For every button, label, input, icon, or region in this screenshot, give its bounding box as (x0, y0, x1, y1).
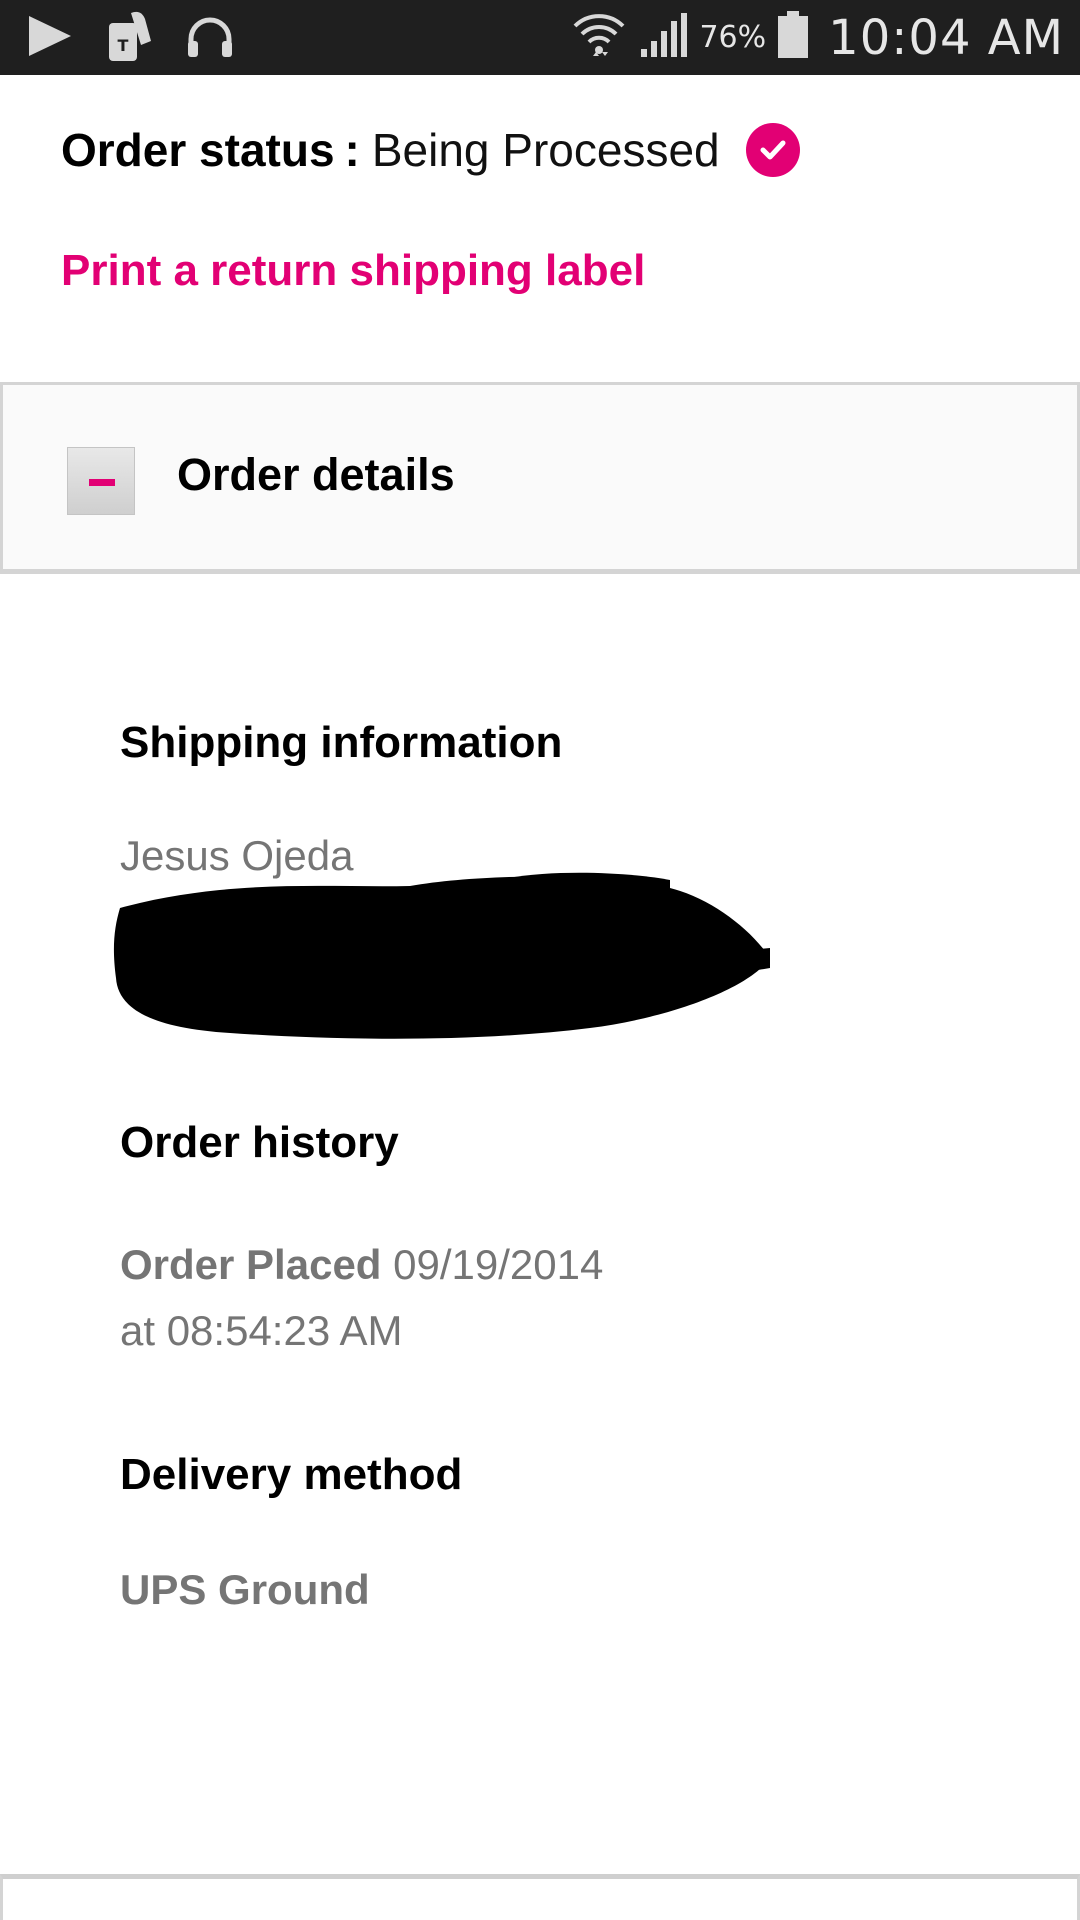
print-return-label-link[interactable]: Print a return shipping label (61, 246, 645, 296)
order-status-label: Order status (61, 124, 335, 176)
redacted-address (110, 868, 780, 1053)
order-placed-date: 09/19/2014 (393, 1241, 604, 1288)
clock: 10:04 AM (828, 9, 1064, 66)
wifi-icon (571, 8, 627, 67)
delivery-method-value: UPS Ground (120, 1566, 370, 1613)
order-details-accordion-header[interactable]: Order details (0, 382, 1080, 574)
order-history-entry: Order Placed 09/19/2014 at 08:54:23 AM (120, 1232, 603, 1364)
order-history-heading: Order history (120, 1118, 399, 1167)
headphones-icon (185, 13, 235, 64)
battery-icon (776, 10, 810, 65)
next-section-divider (0, 1874, 1080, 1920)
battery-percentage: 76% (699, 20, 767, 55)
checkmark-icon (745, 123, 800, 177)
delivery-method-heading: Delivery method (120, 1450, 463, 1499)
order-placed-label: Order Placed (120, 1241, 382, 1288)
status-bar-notifications: T (25, 8, 235, 68)
minus-icon[interactable] (67, 447, 135, 515)
status-bar-system: 76% 10:04 AM (571, 0, 1064, 75)
status-bar: T 76% 10:04 AM (0, 0, 1080, 75)
order-details-title: Order details (177, 449, 455, 500)
order-status-separator: : (344, 124, 360, 176)
order-status-row: Order status : Being Processed (61, 118, 800, 182)
order-status-value: Being Processed (371, 124, 720, 176)
play-store-icon (25, 12, 75, 65)
signal-icon (637, 11, 689, 64)
svg-text:T: T (118, 36, 129, 55)
shipping-information-heading: Shipping information (120, 718, 563, 767)
order-placed-time: at 08:54:23 AM (120, 1307, 403, 1354)
tmobile-app-icon: T (105, 7, 155, 70)
